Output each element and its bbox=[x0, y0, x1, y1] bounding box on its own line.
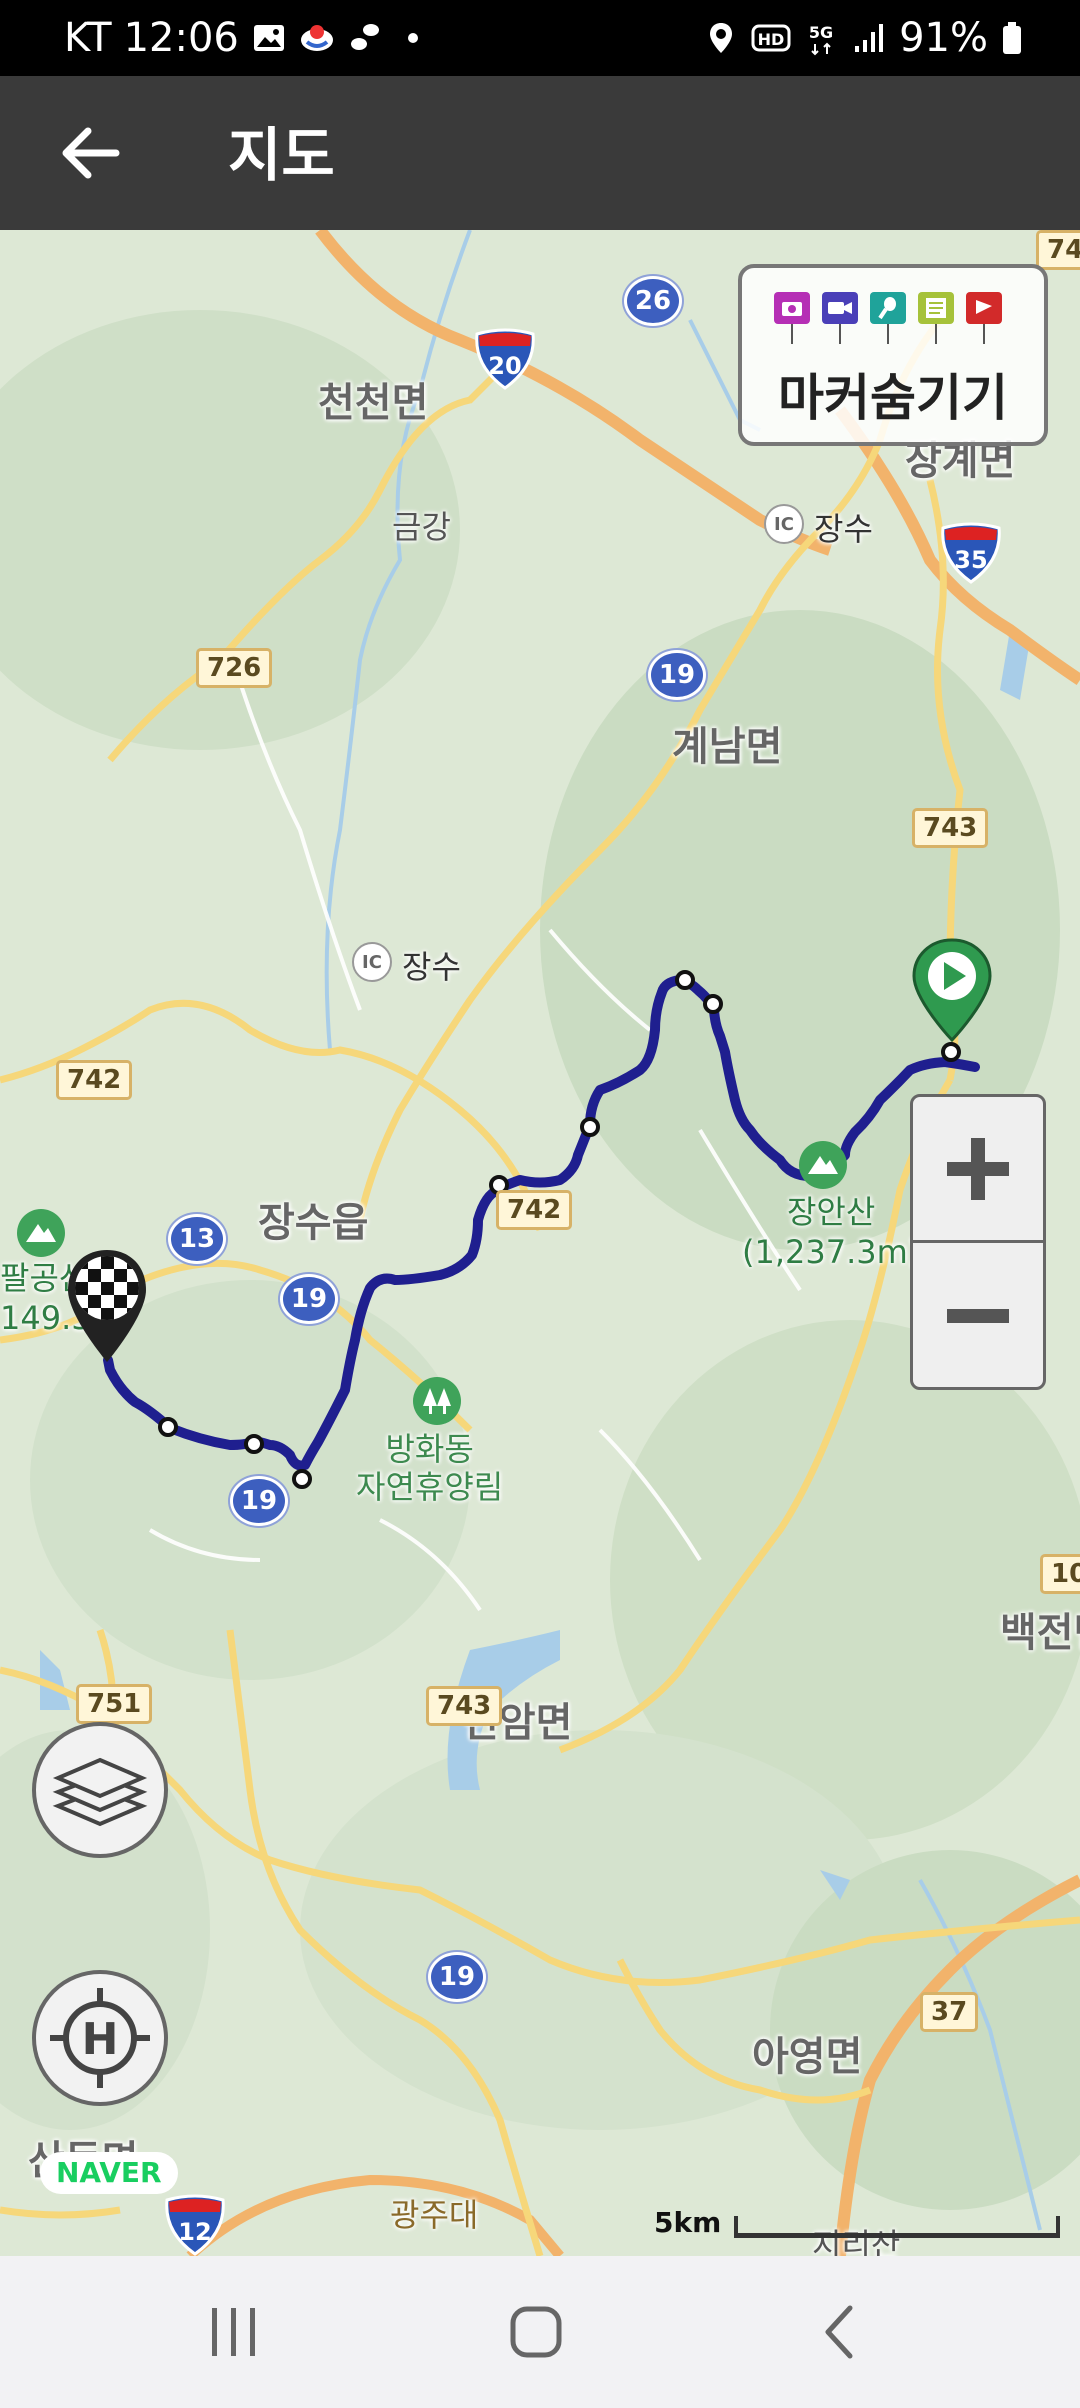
ic-badge-jangsu: IC bbox=[352, 942, 392, 982]
camera-icon bbox=[774, 292, 810, 344]
label-gyenam: 계남면 bbox=[672, 724, 783, 770]
signal-icon bbox=[855, 24, 884, 52]
status-left: KT 12:06 bbox=[64, 10, 431, 66]
route-shield-742: 742 bbox=[56, 1060, 133, 1100]
memo-icon bbox=[918, 292, 954, 344]
hide-markers-label: 마커숨기기 bbox=[778, 369, 1008, 427]
route-shield-743: 743 bbox=[1036, 230, 1080, 270]
zoom-control bbox=[910, 1094, 1046, 1390]
route-shield-13: 13 bbox=[168, 1214, 226, 1264]
route-shield-19: 19 bbox=[648, 650, 706, 700]
dot-icon bbox=[407, 33, 418, 43]
mountain-icon bbox=[17, 1209, 65, 1257]
route-shield-100: 100 bbox=[1040, 1554, 1080, 1594]
label-jangansan: 장안산 (1,237.3m) bbox=[742, 1192, 920, 1272]
system-nav-bar bbox=[0, 2256, 1080, 2408]
back-nav-button[interactable] bbox=[770, 2286, 910, 2378]
route-shield-19: 19 bbox=[428, 1952, 486, 2002]
label-ayeong: 아영면 bbox=[752, 2034, 863, 2080]
marker-pin-row bbox=[772, 290, 1004, 346]
route-shield-743: 743 bbox=[426, 1686, 503, 1726]
status-right: HD 5G 91% bbox=[703, 10, 1024, 66]
route-shield-726: 726 bbox=[196, 648, 273, 688]
recent-apps-icon bbox=[212, 2308, 255, 2356]
route-shield-26: 26 bbox=[624, 276, 682, 326]
hide-markers-button[interactable]: 마커숨기기 bbox=[738, 264, 1048, 446]
finish-flag-icon[interactable] bbox=[62, 1246, 152, 1366]
label-cheoncheon: 천천면 bbox=[318, 380, 429, 426]
5g-icon: 5G bbox=[809, 23, 833, 56]
jangansan-height: (1,237.3m) bbox=[742, 1233, 921, 1271]
shield-20-text: 20 bbox=[488, 352, 521, 380]
naver-logo: NAVER bbox=[40, 2152, 178, 2194]
hd-icon: HD bbox=[751, 24, 791, 52]
route-shield-743: 743 bbox=[912, 808, 989, 848]
shield-35-text: 35 bbox=[954, 546, 987, 574]
clock: 12:06 bbox=[123, 15, 239, 61]
minus-icon bbox=[947, 1309, 1009, 1323]
home-location-button[interactable]: H bbox=[32, 1970, 168, 2106]
route-shield-751: 751 bbox=[76, 1684, 153, 1724]
route-shield-19: 19 bbox=[280, 1274, 338, 1324]
jangansan-name: 장안산 bbox=[786, 1193, 876, 1231]
home-target-icon: H bbox=[50, 1988, 150, 2088]
svg-text:H: H bbox=[82, 2014, 119, 2065]
carrier-label: KT bbox=[64, 15, 112, 61]
microphone-icon bbox=[870, 292, 906, 344]
recent-apps-button[interactable] bbox=[164, 2286, 304, 2378]
zoom-out-button[interactable] bbox=[913, 1243, 1043, 1389]
label-baekjeon: 백전면 bbox=[1000, 1610, 1080, 1656]
label-geumgang: 금강 bbox=[392, 508, 451, 546]
banghwadong-line1: 방화동 bbox=[385, 1430, 474, 1468]
route-shield-742: 742 bbox=[496, 1190, 573, 1230]
banghwadong-line2: 자연휴양림 bbox=[356, 1468, 504, 1506]
label-jangsu-eup: 장수읍 bbox=[258, 1200, 369, 1246]
route-shield-19: 19 bbox=[230, 1476, 288, 1526]
app-notification-icon bbox=[300, 25, 333, 51]
mountain-icon bbox=[799, 1141, 847, 1189]
page-title: 지도 bbox=[228, 121, 335, 189]
battery-percent: 91% bbox=[899, 15, 988, 61]
svg-text:5G: 5G bbox=[809, 23, 833, 42]
label-gwangju: 광주대 bbox=[390, 2196, 479, 2234]
flag-icon bbox=[966, 292, 1002, 344]
svg-text:HD: HD bbox=[758, 30, 785, 49]
activity-icon bbox=[350, 24, 379, 50]
arrow-left-icon bbox=[62, 127, 120, 179]
home-button[interactable] bbox=[466, 2286, 606, 2378]
ic-badge-ne: IC bbox=[764, 504, 804, 544]
zoom-in-button[interactable] bbox=[913, 1097, 1043, 1243]
app-bar: 지도 bbox=[0, 76, 1080, 230]
video-icon bbox=[822, 292, 858, 344]
layers-icon bbox=[52, 1757, 148, 1827]
back-button[interactable] bbox=[50, 116, 130, 190]
back-icon bbox=[825, 2305, 853, 2359]
route-shield-37: 37 bbox=[920, 1992, 979, 2032]
label-jangsu-ic: 장수 bbox=[402, 948, 461, 986]
scale-label: 5km bbox=[654, 2206, 722, 2239]
photo-icon bbox=[253, 25, 284, 51]
interstate-shield-12: 12 bbox=[165, 2194, 225, 2256]
shield-12-text: 12 bbox=[178, 2218, 211, 2246]
status-bar: KT 12:06 HD 5G 91% bbox=[0, 0, 1080, 76]
start-marker-icon[interactable] bbox=[910, 936, 994, 1046]
home-icon bbox=[510, 2306, 562, 2358]
label-jangsu-ic-ne: 장수 bbox=[814, 510, 873, 548]
scale-line bbox=[734, 2216, 1060, 2238]
location-icon bbox=[710, 23, 733, 53]
layers-button[interactable] bbox=[32, 1722, 168, 1858]
battery-icon bbox=[1003, 22, 1021, 54]
label-banghwadong: 방화동 자연휴양림 bbox=[356, 1430, 503, 1506]
interstate-shield-20: 20 bbox=[475, 328, 535, 390]
forest-icon bbox=[413, 1377, 461, 1425]
plus-icon bbox=[947, 1137, 1009, 1200]
map-view[interactable]: 천천면 금강 IC 장수 장계면 계남면 IC 장수 장수읍 백전면 번암면 아… bbox=[0, 230, 1080, 2256]
interstate-shield-35: 35 bbox=[941, 522, 1001, 584]
